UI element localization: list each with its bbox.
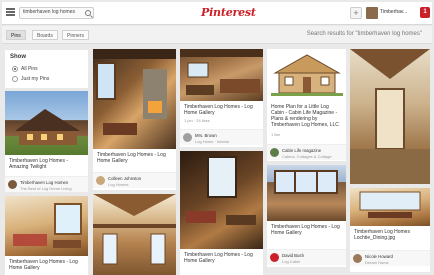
board-name[interactable]: Dream Home [365, 260, 389, 265]
user-avatar[interactable] [366, 7, 378, 19]
pin-image[interactable] [180, 49, 263, 101]
radio-all-pins[interactable] [12, 66, 18, 72]
pin-card[interactable] [350, 49, 430, 184]
pin-image[interactable] [93, 49, 176, 149]
notifications-badge[interactable]: 1 [420, 7, 430, 18]
board-name[interactable]: Log Homes [108, 182, 128, 187]
search-input[interactable]: timberhaven log homes [23, 9, 75, 15]
pin-image[interactable] [5, 196, 88, 256]
living-room-illustration [13, 203, 82, 248]
pinterest-logo[interactable]: Pinterest [201, 6, 256, 19]
pinner-avatar[interactable] [270, 148, 279, 157]
pin-footer: Nicole Howard Dream Home [350, 250, 430, 266]
interior-illustration [186, 156, 256, 225]
pin-description: Timberhaven Log Homes - Log Home Gallery [9, 259, 78, 271]
house-illustration [15, 109, 80, 145]
pin-description: Timberhaven Log Homes - Log Home Gallery [97, 152, 166, 164]
tab-pinners[interactable]: Pinners [62, 30, 89, 40]
kitchen-illustration [180, 49, 263, 95]
pin-stats: 1 like [271, 132, 281, 137]
board-name[interactable]: Log Cabin [282, 259, 300, 264]
pinner-avatar[interactable] [8, 180, 17, 189]
menu-icon[interactable] [6, 8, 15, 16]
pin-image[interactable] [180, 151, 263, 249]
pin-image[interactable] [5, 91, 88, 155]
pin-footer: Cabin Life magazine Cabins, Cottages & C… [267, 144, 346, 160]
label-all-pins[interactable]: All Pins [21, 66, 38, 72]
dining-illustration [359, 191, 421, 218]
pinner-name[interactable]: Colleen Johnston [108, 176, 141, 181]
cabin-drawing [271, 54, 343, 96]
pin-image[interactable] [350, 188, 430, 226]
pin-card[interactable]: Timberhaven Log Homes - Log Home Gallery [5, 196, 88, 275]
pinner-name[interactable]: Cabin Life magazine [282, 148, 321, 153]
tab-boards[interactable]: Boards [32, 30, 58, 40]
pin-description: Timberhaven Log Homes - Log Home Gallery [271, 224, 340, 236]
timber-frame-illustration [274, 170, 338, 194]
user-name[interactable]: Timberhav... [380, 9, 407, 15]
show-filter: Show All Pins Just my Pins [5, 50, 88, 88]
pin-description: Timberhaven Log Homes - Log Home Gallery [184, 104, 253, 116]
pin-card[interactable]: Timberhaven Log Homes - Log Home Gallery… [267, 165, 346, 267]
search-results-label: Search results for "timberhaven log home… [306, 31, 422, 37]
pin-card[interactable]: Timberhaven Log Homes - Amazing Twilight… [5, 91, 88, 192]
pin-stats: 1 pin · 24 likes [184, 118, 210, 123]
pin-description: Timberhaven Log Homes - Amazing Twilight [9, 158, 69, 170]
pin-image[interactable] [350, 49, 430, 184]
pin-card[interactable]: Timberhaven Log Homes - Log Home Gallery… [180, 49, 263, 147]
pin-footer: Timberhaven Log Homes The Best of Log Ho… [5, 176, 88, 192]
pinner-name[interactable]: David Bush [282, 253, 304, 258]
pin-description: Timberhaven Log Homes Lochtie_Dining.jpg [354, 229, 410, 241]
search-subbar: Pins Boards Pinners Search results for "… [2, 26, 432, 44]
pin-image[interactable] [93, 194, 176, 275]
board-name[interactable]: The Best of Log Home Living [20, 186, 72, 191]
pinner-name[interactable]: Nicole Howard [365, 254, 393, 259]
pinner-avatar[interactable] [270, 253, 279, 262]
pinner-avatar[interactable] [183, 133, 192, 142]
add-pin-button[interactable]: + [350, 7, 362, 19]
pin-card[interactable]: Timberhaven Log Homes - Log Home Gallery… [93, 49, 176, 190]
top-header: timberhaven log homes Pinterest + Timber… [2, 2, 432, 25]
pin-footer: David Bush Log Cabin [267, 249, 346, 265]
pin-image[interactable] [267, 165, 346, 221]
label-my-pins[interactable]: Just my Pins [21, 76, 49, 82]
pinner-avatar[interactable] [353, 254, 362, 263]
pin-description: Home Plan for a Little Log Cabin - Cabin… [271, 104, 339, 128]
search-box[interactable]: timberhaven log homes [19, 7, 94, 19]
loft-illustration [93, 194, 176, 265]
hallway-illustration [350, 49, 430, 184]
pin-footer: Mrs. Brown Log Home · Interior [180, 129, 263, 145]
pinner-avatar[interactable] [96, 176, 105, 185]
pin-description: Timberhaven Log Homes - Log Home Gallery [184, 252, 253, 264]
pin-card[interactable]: Home Plan for a Little Log Cabin - Cabin… [267, 49, 346, 161]
search-icon[interactable] [85, 10, 91, 16]
pin-footer: Colleen Johnston Log Homes [93, 172, 176, 188]
pin-card[interactable] [93, 194, 176, 275]
board-name[interactable]: Log Home · Interior [195, 139, 229, 144]
pin-image[interactable] [267, 49, 346, 101]
filter-title: Show [10, 54, 26, 60]
pin-card[interactable]: Timberhaven Log Homes Lochtie_Dining.jpg… [350, 188, 430, 272]
board-name[interactable]: Cabins, Cottages & Cottage [282, 154, 332, 159]
radio-my-pins[interactable] [12, 76, 18, 82]
tab-pins[interactable]: Pins [6, 30, 26, 40]
pinner-name[interactable]: Timberhaven Log Homes [20, 180, 68, 185]
pinner-name[interactable]: Mrs. Brown [195, 133, 217, 138]
great-room-illustration [93, 49, 176, 135]
browser-frame: timberhaven log homes Pinterest + Timber… [0, 0, 434, 275]
pin-card[interactable]: Timberhaven Log Homes - Log Home Gallery [180, 151, 263, 275]
